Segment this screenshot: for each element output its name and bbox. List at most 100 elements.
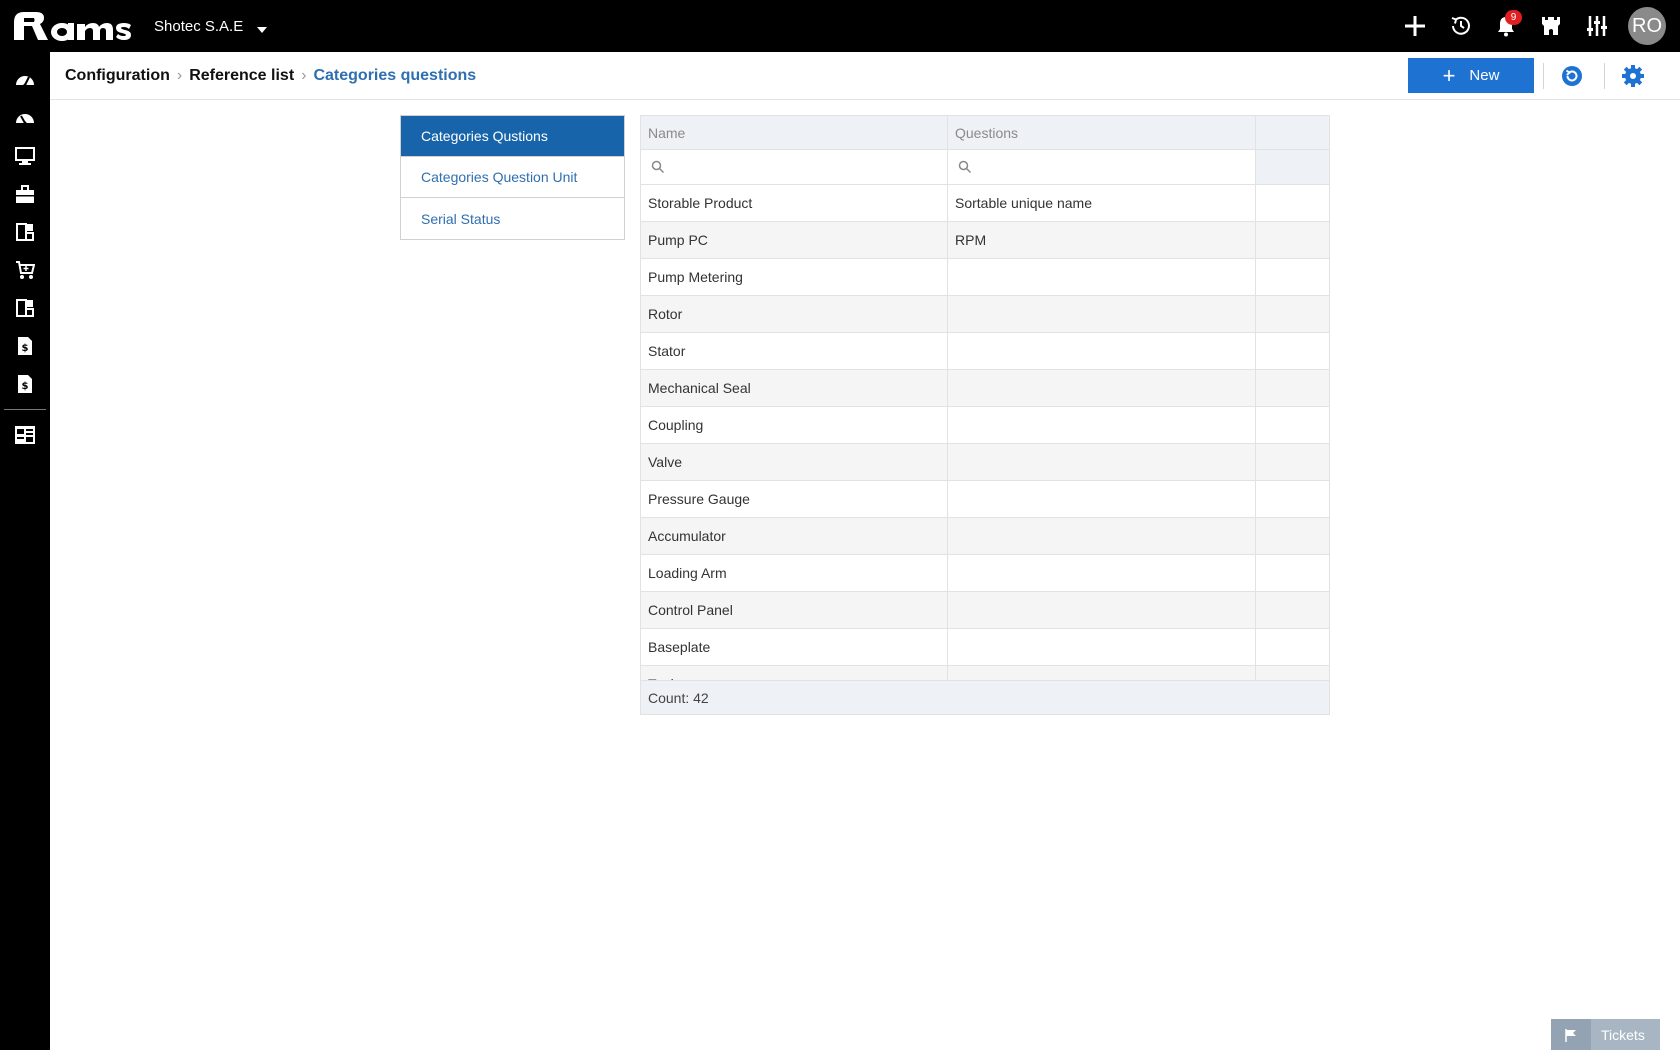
ref-item-categories-question-unit[interactable]: Categories Question Unit bbox=[401, 157, 624, 198]
cell-name: Valve bbox=[641, 444, 948, 480]
svg-text:$: $ bbox=[22, 343, 29, 354]
add-icon[interactable] bbox=[1399, 10, 1431, 42]
table-row[interactable]: Loading Arm bbox=[641, 555, 1329, 592]
table-row[interactable]: Accumulator bbox=[641, 518, 1329, 555]
page-title: Categories questions bbox=[313, 67, 477, 84]
table-row[interactable]: Rotor bbox=[641, 296, 1329, 333]
monitor-icon[interactable] bbox=[13, 144, 37, 168]
cell-name: Pump Metering bbox=[641, 259, 948, 295]
reference-list: Categories Qustions Categories Question … bbox=[400, 115, 625, 240]
name-filter-input[interactable] bbox=[673, 159, 933, 175]
search-icon bbox=[958, 160, 972, 174]
cell-name: Accumulator bbox=[641, 518, 948, 554]
cell-questions bbox=[948, 592, 1256, 628]
table-row[interactable]: Coupling bbox=[641, 407, 1329, 444]
castle-icon[interactable] bbox=[1535, 10, 1567, 42]
cell-questions bbox=[948, 629, 1256, 665]
table-row[interactable]: Baseplate bbox=[641, 629, 1329, 666]
cell-actions bbox=[1256, 370, 1329, 406]
cell-actions bbox=[1256, 481, 1329, 517]
cell-questions bbox=[948, 333, 1256, 369]
cell-name: Control Panel bbox=[641, 592, 948, 628]
cell-questions bbox=[948, 259, 1256, 295]
history-icon[interactable] bbox=[1445, 10, 1477, 42]
grid-body[interactable]: Storable Product Sortable unique name Pum… bbox=[641, 185, 1329, 681]
table-row[interactable]: Pump PC RPM bbox=[641, 222, 1329, 259]
breadcrumb-configuration[interactable]: Configuration bbox=[65, 67, 170, 85]
config-icon[interactable] bbox=[13, 423, 37, 447]
cell-actions bbox=[1256, 666, 1329, 681]
dashboard-alt-icon[interactable] bbox=[13, 106, 37, 130]
cell-questions bbox=[948, 370, 1256, 406]
table-row[interactable]: Tank bbox=[641, 666, 1329, 681]
cell-name: Mechanical Seal bbox=[641, 370, 948, 406]
cell-actions bbox=[1256, 333, 1329, 369]
cell-name: Storable Product bbox=[641, 185, 948, 221]
page-header: Configuration › Reference list › Categor… bbox=[50, 52, 1680, 100]
ref-item-categories-qustions[interactable]: Categories Qustions bbox=[401, 116, 624, 157]
top-bar: Shotec S.A.E 9 RO bbox=[0, 0, 1680, 52]
cell-name: Rotor bbox=[641, 296, 948, 332]
briefcase-icon[interactable] bbox=[13, 182, 37, 206]
breadcrumb: Configuration › Reference list › Categor… bbox=[65, 52, 476, 100]
cell-actions bbox=[1256, 296, 1329, 332]
filter-cell-name bbox=[641, 150, 948, 184]
questions-filter-input[interactable] bbox=[980, 159, 1240, 175]
cell-actions bbox=[1256, 592, 1329, 628]
cell-questions bbox=[948, 555, 1256, 591]
cell-name: Pump PC bbox=[641, 222, 948, 258]
cell-name: Stator bbox=[641, 333, 948, 369]
cell-name: Tank bbox=[641, 666, 948, 681]
chevron-down-icon bbox=[257, 26, 268, 33]
table-row[interactable]: Mechanical Seal bbox=[641, 370, 1329, 407]
cell-name: Pressure Gauge bbox=[641, 481, 948, 517]
plus-icon: + bbox=[1442, 62, 1456, 88]
sliders-icon[interactable] bbox=[1581, 10, 1613, 42]
avatar[interactable]: RO bbox=[1628, 7, 1666, 45]
company-selector[interactable]: Shotec S.A.E bbox=[154, 18, 268, 35]
grid-filter-row bbox=[641, 150, 1329, 185]
rams-logo[interactable] bbox=[10, 6, 132, 46]
bell-icon[interactable]: 9 bbox=[1490, 10, 1522, 42]
svg-text:$: $ bbox=[22, 381, 29, 392]
tickets-button[interactable]: Tickets bbox=[1551, 1019, 1660, 1050]
invoice-alt-icon[interactable]: $ bbox=[13, 372, 37, 396]
company-name: Shotec S.A.E bbox=[154, 18, 244, 35]
table-row[interactable]: Storable Product Sortable unique name bbox=[641, 185, 1329, 222]
new-button[interactable]: + New bbox=[1408, 58, 1534, 93]
cell-name: Loading Arm bbox=[641, 555, 948, 591]
column-header-name[interactable]: Name bbox=[641, 116, 948, 149]
cell-actions bbox=[1256, 444, 1329, 480]
gear-icon[interactable] bbox=[1621, 64, 1645, 88]
table-row[interactable]: Pressure Gauge bbox=[641, 481, 1329, 518]
cell-questions: RPM bbox=[948, 222, 1256, 258]
cell-questions bbox=[948, 444, 1256, 480]
cell-actions bbox=[1256, 629, 1329, 665]
breadcrumb-reference-list[interactable]: Reference list bbox=[189, 67, 294, 85]
table-row[interactable]: Valve bbox=[641, 444, 1329, 481]
dashboard-icon[interactable] bbox=[13, 68, 37, 92]
table-row[interactable]: Control Panel bbox=[641, 592, 1329, 629]
cell-actions bbox=[1256, 185, 1329, 221]
invoice-icon[interactable]: $ bbox=[13, 334, 37, 358]
cell-actions bbox=[1256, 259, 1329, 295]
filter-cell-actions bbox=[1256, 150, 1329, 184]
cell-actions bbox=[1256, 407, 1329, 443]
new-button-label: New bbox=[1469, 67, 1500, 84]
ref-item-serial-status[interactable]: Serial Status bbox=[401, 198, 624, 239]
search-icon bbox=[651, 160, 665, 174]
cell-questions bbox=[948, 407, 1256, 443]
modules-alt-icon[interactable] bbox=[13, 296, 37, 320]
cell-name: Baseplate bbox=[641, 629, 948, 665]
cart-icon[interactable] bbox=[13, 258, 37, 282]
column-header-actions bbox=[1256, 116, 1329, 149]
cell-questions bbox=[948, 666, 1256, 681]
column-header-questions[interactable]: Questions bbox=[948, 116, 1256, 149]
table-row[interactable]: Stator bbox=[641, 333, 1329, 370]
sidebar: $ $ bbox=[0, 52, 50, 1050]
table-row[interactable]: Pump Metering bbox=[641, 259, 1329, 296]
modules-icon[interactable] bbox=[13, 220, 37, 244]
refresh-icon[interactable] bbox=[1560, 64, 1584, 88]
cell-name: Coupling bbox=[641, 407, 948, 443]
grid-header: Name Questions bbox=[641, 116, 1329, 150]
